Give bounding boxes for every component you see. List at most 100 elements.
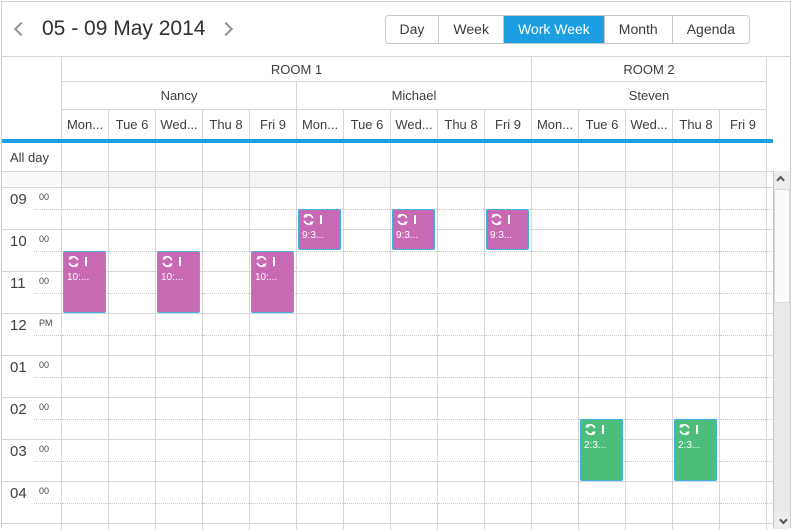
time-slot-cell[interactable] xyxy=(532,272,579,313)
time-slot-cell[interactable] xyxy=(532,356,579,397)
time-slot-cell[interactable] xyxy=(673,272,720,313)
all-day-cell[interactable] xyxy=(720,143,767,171)
time-slot-cell[interactable] xyxy=(109,398,156,439)
all-day-cell[interactable] xyxy=(579,143,626,171)
all-day-cell[interactable] xyxy=(673,143,720,171)
time-slot-cell[interactable] xyxy=(532,314,579,355)
time-slot-cell[interactable] xyxy=(203,230,250,271)
time-slot-cell[interactable] xyxy=(62,440,109,481)
all-day-cell[interactable] xyxy=(344,143,391,171)
time-slot-cell[interactable] xyxy=(391,356,438,397)
time-slot-cell[interactable] xyxy=(344,524,391,530)
time-slot-cell[interactable] xyxy=(438,356,485,397)
time-slot-cell[interactable] xyxy=(391,398,438,439)
time-slot-cell[interactable] xyxy=(673,524,720,530)
time-slot-cell[interactable] xyxy=(438,230,485,271)
time-slot-cell[interactable] xyxy=(626,440,673,481)
view-tab-workweek[interactable]: Work Week xyxy=(504,16,605,43)
day-header[interactable]: Wed... xyxy=(626,110,673,139)
time-slot-cell[interactable] xyxy=(391,314,438,355)
time-slot-cell[interactable] xyxy=(62,482,109,523)
time-slot-cell[interactable] xyxy=(673,230,720,271)
day-header[interactable]: Mon... xyxy=(62,110,109,139)
time-slot-cell[interactable] xyxy=(438,272,485,313)
time-slot-cell[interactable] xyxy=(485,398,532,439)
time-slot-cell[interactable] xyxy=(626,482,673,523)
time-slot-cell[interactable] xyxy=(532,230,579,271)
time-slot-cell[interactable] xyxy=(344,440,391,481)
calendar-event[interactable]: 10:... xyxy=(63,251,106,313)
time-slot-cell[interactable] xyxy=(720,272,767,313)
time-slot-cell[interactable] xyxy=(579,482,626,523)
time-slot-cell[interactable] xyxy=(485,440,532,481)
time-slot-cell[interactable] xyxy=(391,272,438,313)
day-header[interactable]: Fri 9 xyxy=(485,110,532,139)
time-slot-cell[interactable] xyxy=(532,524,579,530)
day-header[interactable]: Tue 6 xyxy=(344,110,391,139)
time-slot-cell[interactable] xyxy=(344,398,391,439)
time-slot-cell[interactable] xyxy=(250,524,297,530)
time-slot-cell[interactable] xyxy=(438,314,485,355)
time-slot-cell[interactable] xyxy=(532,440,579,481)
day-header[interactable]: Tue 6 xyxy=(579,110,626,139)
time-slot-cell[interactable] xyxy=(673,314,720,355)
time-slot-cell[interactable] xyxy=(579,524,626,530)
all-day-cell[interactable] xyxy=(109,143,156,171)
calendar-event[interactable]: 9:3... xyxy=(392,209,435,250)
time-slot-cell[interactable] xyxy=(626,398,673,439)
all-day-cell[interactable] xyxy=(438,143,485,171)
time-slot-cell[interactable] xyxy=(720,188,767,229)
time-slot-cell[interactable] xyxy=(532,482,579,523)
time-slot-cell[interactable] xyxy=(391,524,438,530)
all-day-cell[interactable] xyxy=(297,143,344,171)
time-slot-cell[interactable] xyxy=(203,314,250,355)
day-header[interactable]: Tue 6 xyxy=(109,110,156,139)
time-slot-cell[interactable] xyxy=(438,188,485,229)
time-slot-cell[interactable] xyxy=(579,356,626,397)
calendar-event[interactable]: 9:3... xyxy=(486,209,529,250)
time-slot-cell[interactable] xyxy=(673,188,720,229)
time-slot-cell[interactable] xyxy=(532,398,579,439)
time-slot-cell[interactable] xyxy=(62,356,109,397)
time-slot-cell[interactable] xyxy=(203,524,250,530)
time-slot-cell[interactable] xyxy=(297,524,344,530)
time-slot-cell[interactable] xyxy=(626,230,673,271)
time-slot-cell[interactable] xyxy=(109,524,156,530)
time-slot-cell[interactable] xyxy=(297,440,344,481)
all-day-cell[interactable] xyxy=(391,143,438,171)
time-slot-cell[interactable] xyxy=(250,314,297,355)
time-slot-cell[interactable] xyxy=(720,314,767,355)
calendar-event[interactable]: 10:... xyxy=(251,251,294,313)
time-slot-cell[interactable] xyxy=(250,398,297,439)
day-header[interactable]: Mon... xyxy=(297,110,344,139)
time-slot-cell[interactable] xyxy=(485,314,532,355)
time-slot-cell[interactable] xyxy=(62,188,109,229)
time-slot-cell[interactable] xyxy=(109,356,156,397)
time-slot-cell[interactable] xyxy=(485,482,532,523)
vertical-scrollbar[interactable] xyxy=(773,171,790,529)
time-slot-cell[interactable] xyxy=(438,398,485,439)
time-slot-cell[interactable] xyxy=(109,482,156,523)
time-slot-cell[interactable] xyxy=(391,482,438,523)
time-slot-cell[interactable] xyxy=(62,314,109,355)
time-slot-cell[interactable] xyxy=(297,272,344,313)
view-tab-agenda[interactable]: Agenda xyxy=(673,16,749,43)
time-slot-cell[interactable] xyxy=(485,272,532,313)
view-tab-week[interactable]: Week xyxy=(439,16,504,43)
time-slot-cell[interactable] xyxy=(250,356,297,397)
time-slot-cell[interactable] xyxy=(485,356,532,397)
time-slot-cell[interactable] xyxy=(626,188,673,229)
time-slot-cell[interactable] xyxy=(720,440,767,481)
time-slot-cell[interactable] xyxy=(156,398,203,439)
time-slot-cell[interactable] xyxy=(673,356,720,397)
time-slot-cell[interactable] xyxy=(720,356,767,397)
time-slot-cell[interactable] xyxy=(720,524,767,530)
time-slot-cell[interactable] xyxy=(438,440,485,481)
time-slot-cell[interactable] xyxy=(250,188,297,229)
view-tab-month[interactable]: Month xyxy=(605,16,673,43)
time-slot-cell[interactable] xyxy=(344,482,391,523)
time-slot-cell[interactable] xyxy=(391,440,438,481)
time-slot-cell[interactable] xyxy=(344,272,391,313)
time-slot-cell[interactable] xyxy=(109,230,156,271)
time-slot-cell[interactable] xyxy=(673,482,720,523)
